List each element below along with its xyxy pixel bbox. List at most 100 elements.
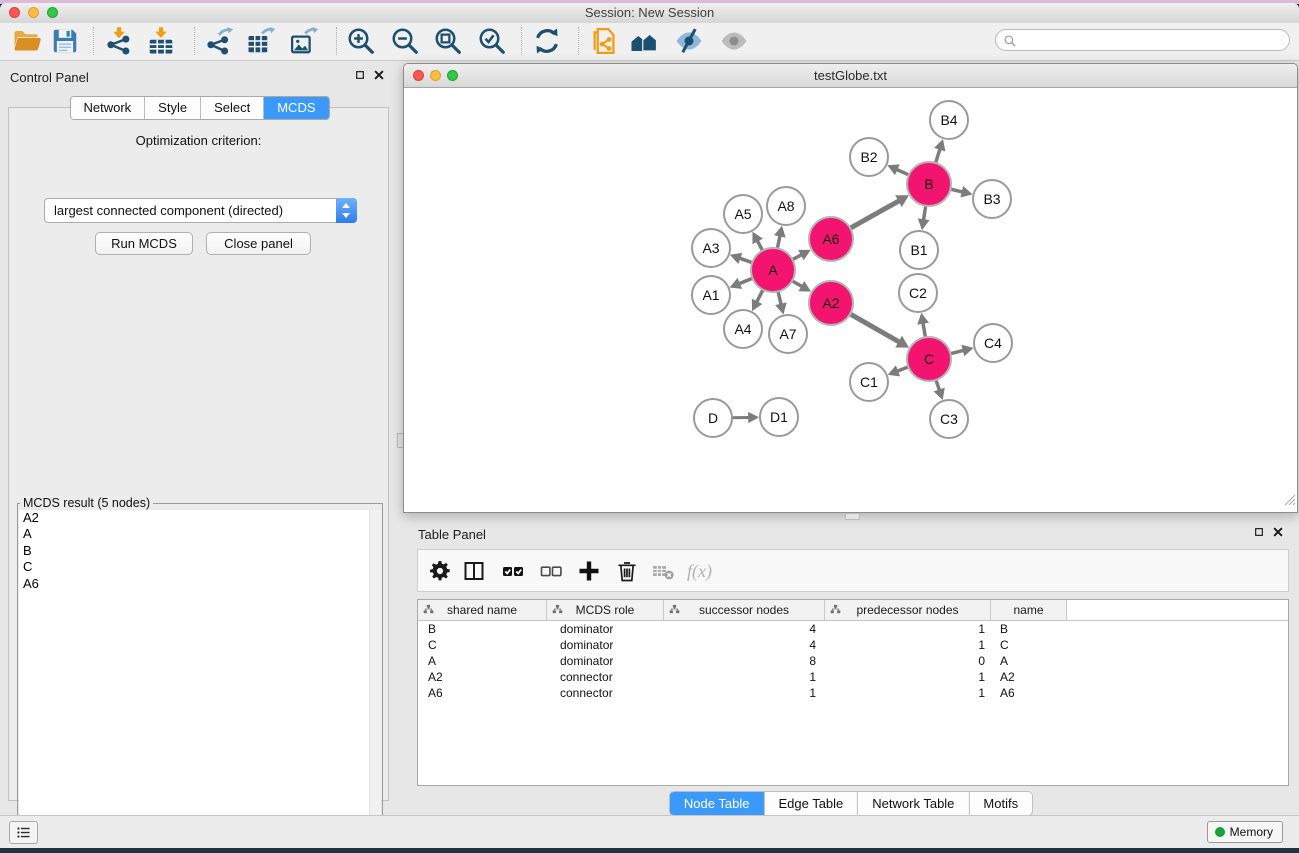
tab-mcds[interactable]: MCDS [264,97,328,119]
import-network-button[interactable] [104,26,134,56]
float-panel-icon[interactable] [355,70,365,80]
graph-node-B[interactable]: B [907,162,951,206]
column-header-successor-nodes[interactable]: successor nodes [664,600,825,620]
graph-node-A2[interactable]: A2 [809,281,853,325]
network-close-button[interactable] [413,70,424,81]
table-row[interactable]: Cdominator41C [418,637,1288,653]
zoom-out-button[interactable] [390,26,420,56]
graph-node-C3[interactable]: C3 [930,400,968,438]
export-image-button[interactable] [289,26,319,56]
close-table-panel-icon[interactable] [1273,527,1283,537]
graph-node-C4[interactable]: C4 [974,324,1012,362]
graph-edge-C-C3[interactable] [934,378,945,400]
search-box[interactable] [995,29,1290,51]
select-all-rows-button[interactable] [501,559,525,583]
add-row-button[interactable] [577,559,601,583]
toggle-panes-button[interactable] [462,559,486,583]
criterion-dropdown[interactable]: largest connected component (directed) [44,198,357,223]
graph-node-C1[interactable]: C1 [850,363,888,401]
graph-node-A6[interactable]: A6 [809,217,853,261]
tab-network[interactable]: Network [70,97,145,119]
new-network-from-selection-button[interactable] [589,26,619,56]
graph-edge-B-B3[interactable] [948,186,972,198]
table-row[interactable]: A6connector11A6 [418,685,1288,701]
graph-edge-B-B2[interactable] [887,164,911,175]
graph-node-D[interactable]: D [694,399,732,437]
column-header-predecessor-nodes[interactable]: predecessor nodes [825,600,991,620]
network-canvas[interactable]: B4 B2 B B3 A8A5 A6 A3 B1 A C2 A1 A2 A4A7 C4 C C1 D D1 C3 [404,88,1297,512]
graph-edge-A-A3[interactable] [730,253,754,264]
memory-button[interactable]: Memory [1207,821,1283,843]
network-minimize-button[interactable] [430,70,441,81]
tab-network-table[interactable]: Network Table [858,792,969,815]
graph-edge-A-A4[interactable] [752,288,764,311]
table-row[interactable]: A2connector11A2 [418,669,1288,685]
graph-edge-A-A2[interactable] [790,280,811,292]
graph-node-A[interactable]: A [751,248,795,292]
table-row[interactable]: Adominator80A [418,653,1288,669]
close-window-button[interactable] [9,7,20,18]
list-scrollbar[interactable] [369,510,381,834]
table-settings-button[interactable] [428,559,452,583]
task-history-button[interactable] [9,821,38,844]
graph-node-B3[interactable]: B3 [973,180,1011,218]
graph-edge-A-A6[interactable] [791,250,811,261]
graph-edge-A-A5[interactable] [752,232,763,253]
mcds-result-item[interactable]: A6 [19,576,381,592]
graph-edge-C-C1[interactable] [888,365,911,376]
graph-edge-A-A7[interactable] [775,289,787,314]
graph-edge-A-A8[interactable] [774,226,786,251]
graph-node-C2[interactable]: C2 [899,274,937,312]
graph-edge-B-B1[interactable] [918,204,930,230]
close-panel-icon[interactable] [374,70,384,80]
graph-edge-A-A1[interactable] [730,277,755,288]
graph-node-A7[interactable]: A7 [769,315,807,353]
export-network-button[interactable] [204,26,234,56]
zoom-fit-button[interactable] [433,26,463,56]
tab-edge-table[interactable]: Edge Table [764,792,858,815]
window-resize-grip[interactable] [1284,493,1296,511]
deselect-all-rows-button[interactable] [539,559,563,583]
graph-node-D1[interactable]: D1 [760,398,798,436]
close-panel-button[interactable]: Close panel [206,232,311,255]
tab-style[interactable]: Style [145,97,201,119]
graph-node-B4[interactable]: B4 [930,101,968,139]
delete-row-button[interactable] [615,559,639,583]
graph-edge-B-B4[interactable] [934,139,945,165]
mcds-result-item[interactable]: C [19,559,381,575]
network-maximize-button[interactable] [447,70,458,81]
mcds-result-item[interactable]: A2 [19,510,381,526]
run-mcds-button[interactable]: Run MCDS [95,232,193,255]
graph-node-A3[interactable]: A3 [692,229,730,267]
tab-node-table[interactable]: Node Table [670,792,765,815]
table-row[interactable]: Bdominator41B [418,621,1288,637]
graph-node-A4[interactable]: A4 [724,310,762,348]
export-table-button[interactable] [246,26,276,56]
tab-select[interactable]: Select [201,97,264,119]
graph-node-A1[interactable]: A1 [692,276,730,314]
graph-edge-A2-C[interactable] [848,313,909,348]
apply-preferred-layout-button[interactable] [532,26,562,56]
mcds-result-item[interactable]: B [19,543,381,559]
graph-node-B1[interactable]: B1 [900,231,938,269]
maximize-window-button[interactable] [47,7,58,18]
graph-node-A5[interactable]: A5 [724,195,762,233]
column-header-name[interactable]: name [991,600,1067,620]
open-file-button[interactable] [12,26,42,56]
column-header-MCDS-role[interactable]: MCDS role [547,600,664,620]
graph-node-C[interactable]: C [907,337,951,381]
first-neighbors-button[interactable] [629,26,659,56]
graph-edge-C-C4[interactable] [948,345,973,356]
search-input[interactable] [1022,32,1284,50]
mcds-result-item[interactable]: A [19,526,381,542]
graph-edge-A6-B[interactable] [848,195,909,229]
network-window-title-bar[interactable]: testGlobe.txt [404,64,1297,88]
float-table-panel-icon[interactable] [1254,527,1264,537]
save-session-button[interactable] [50,26,80,56]
graph-edge-C-C2[interactable] [917,313,929,340]
graph-node-A8[interactable]: A8 [767,187,805,225]
zoom-selected-button[interactable] [477,26,507,56]
graph-edge-D-D1[interactable] [730,412,759,423]
graph-node-B2[interactable]: B2 [850,138,888,176]
column-header-shared-name[interactable]: shared name [418,600,547,620]
